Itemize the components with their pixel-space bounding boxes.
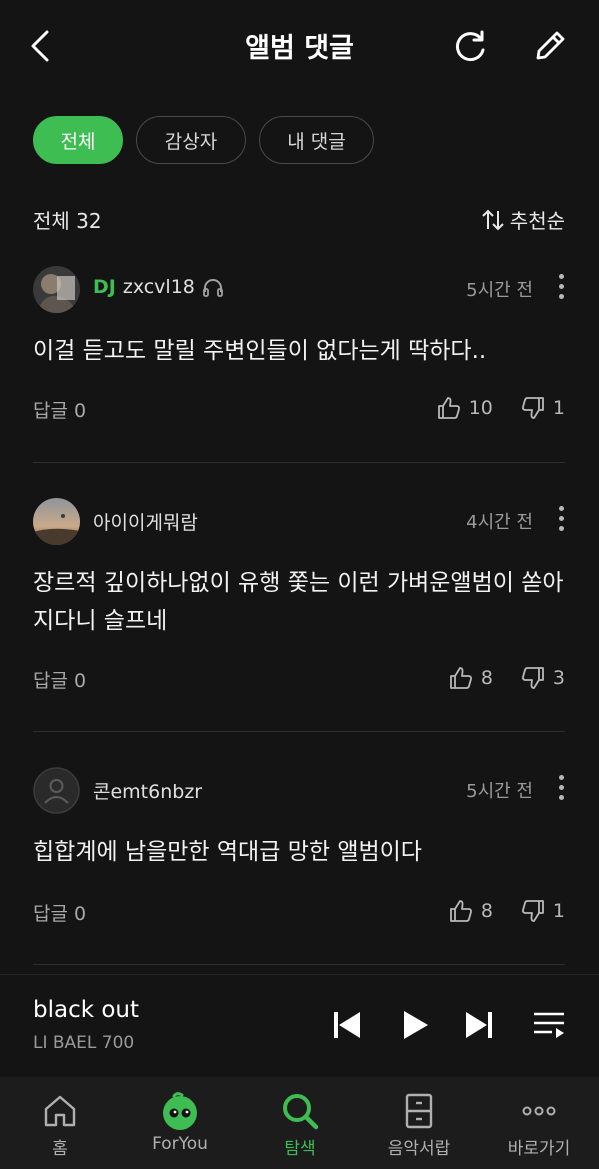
previous-track-icon[interactable] <box>330 1008 364 1042</box>
comment-count: 전체 32 <box>33 209 102 233</box>
filter-chip-my-comments[interactable]: 내 댓글 <box>259 116 374 164</box>
comment-item: 아이이게뭐람 4시간 전 장르적 깊이하나없이 유행 쫓는 이런 가벼운앨범이 … <box>33 498 565 708</box>
username: 아이이게뭐람 <box>93 512 198 534</box>
thumbs-down-icon <box>521 397 544 419</box>
next-track-icon[interactable] <box>462 1008 496 1042</box>
dislike-button[interactable]: 3 <box>521 666 565 690</box>
refresh-icon[interactable] <box>450 28 490 68</box>
thumbs-down-icon <box>521 900 544 922</box>
avatar[interactable] <box>33 767 80 814</box>
page-title: 앨범 댓글 <box>245 33 354 64</box>
thumbs-up-icon <box>449 900 472 922</box>
nav-item-drawer[interactable]: 음악서랍 <box>359 1077 479 1169</box>
more-options-icon[interactable] <box>557 274 565 304</box>
comment-time: 5시간 전 <box>466 280 533 301</box>
playlist-icon[interactable] <box>532 1008 566 1042</box>
filter-chip-listeners[interactable]: 감상자 <box>136 116 246 164</box>
divider <box>33 731 565 732</box>
reply-button[interactable]: 답글 0 <box>33 396 86 423</box>
nav-label: 음악서랍 <box>387 1139 451 1159</box>
nav-item-search[interactable]: 탐색 <box>240 1077 360 1169</box>
filter-chip-all[interactable]: 전체 <box>33 116 123 164</box>
more-icon <box>522 1106 556 1116</box>
thumbs-up-icon <box>437 397 460 419</box>
comment-text: 이걸 듣고도 말릴 주변인들이 없다는게 딱하다.. <box>33 338 487 364</box>
comment-actions: 답글 0 10 1 <box>33 396 565 426</box>
thumbs-down-icon <box>521 667 544 689</box>
nav-label: 바로가기 <box>507 1139 571 1159</box>
dislike-count: 1 <box>552 397 565 419</box>
comment-time: 4시간 전 <box>466 512 533 533</box>
comment-actions: 답글 0 8 1 <box>33 899 565 929</box>
divider <box>33 462 565 463</box>
dislike-count: 3 <box>552 667 565 689</box>
more-options-icon[interactable] <box>557 775 565 805</box>
pencil-icon[interactable] <box>530 26 570 66</box>
like-button[interactable]: 8 <box>449 899 493 923</box>
nav-label: 홈 <box>52 1139 68 1159</box>
comment-time: 5시간 전 <box>466 781 533 802</box>
comment-actions: 답글 0 8 3 <box>33 666 565 696</box>
foryou-mascot-icon <box>163 1092 197 1130</box>
search-icon <box>283 1094 319 1130</box>
like-count: 8 <box>480 900 493 922</box>
song-title: black out <box>33 997 140 1023</box>
comment-text: 힙합계에 남을만한 역대급 망한 앨범이다 <box>33 839 422 865</box>
sort-button[interactable]: 추천순 <box>480 205 565 234</box>
headphones-icon <box>202 279 223 297</box>
dislike-button[interactable]: 1 <box>521 396 565 420</box>
comment-item: DJ zxcvl18 5시간 전 이걸 듣고도 말릴 주변인들이 없다는게 딱하… <box>33 266 565 436</box>
mini-player[interactable]: black out LI BAEL 700 <box>0 974 599 1077</box>
comment-text: 장르적 깊이하나없이 유행 쫓는 이런 가벼운앨범이 쏟아지다니 슬프네 <box>33 570 564 634</box>
filter-tabs: 전체 감상자 내 댓글 <box>33 116 374 164</box>
header: 앨범 댓글 <box>0 0 599 92</box>
dislike-button[interactable]: 1 <box>521 899 565 923</box>
dj-badge: DJ <box>93 276 116 298</box>
sort-icon <box>482 209 504 230</box>
comment-author[interactable]: 아이이게뭐람 <box>93 508 198 535</box>
divider <box>33 964 565 965</box>
username: 콘emt6nbzr <box>93 781 203 803</box>
avatar[interactable] <box>33 498 80 545</box>
bottom-navigation: 홈 ForYou 탐색 음악서랍 바로가기 <box>0 1077 599 1169</box>
nav-item-home[interactable]: 홈 <box>0 1077 120 1169</box>
more-options-icon[interactable] <box>557 506 565 536</box>
comment-author[interactable]: DJ zxcvl18 <box>93 276 224 298</box>
nav-item-shortcuts[interactable]: 바로가기 <box>479 1077 599 1169</box>
like-count: 8 <box>480 667 493 689</box>
thumbs-up-icon <box>449 667 472 689</box>
reply-button[interactable]: 답글 0 <box>33 666 86 693</box>
nav-label: 탐색 <box>284 1139 316 1159</box>
comment-summary: 전체 32 추천순 <box>33 202 565 234</box>
dislike-count: 1 <box>552 900 565 922</box>
reply-button[interactable]: 답글 0 <box>33 899 86 926</box>
artist-name: LI BAEL 700 <box>33 1033 135 1053</box>
comment-author[interactable]: 콘emt6nbzr <box>93 777 202 804</box>
play-icon[interactable] <box>398 1008 432 1042</box>
nav-label: ForYou <box>152 1134 208 1154</box>
username: zxcvl18 <box>122 276 195 298</box>
home-icon <box>44 1095 76 1127</box>
avatar[interactable] <box>33 266 80 313</box>
like-button[interactable]: 10 <box>437 396 493 420</box>
comment-item: 콘emt6nbzr 5시간 전 힙합계에 남을만한 역대급 망한 앨범이다 답글… <box>33 767 565 937</box>
sort-label: 추천순 <box>509 209 565 233</box>
like-count: 10 <box>468 397 493 419</box>
like-button[interactable]: 8 <box>449 666 493 690</box>
drawer-icon <box>405 1093 433 1129</box>
nav-item-foryou[interactable]: ForYou <box>120 1077 240 1169</box>
